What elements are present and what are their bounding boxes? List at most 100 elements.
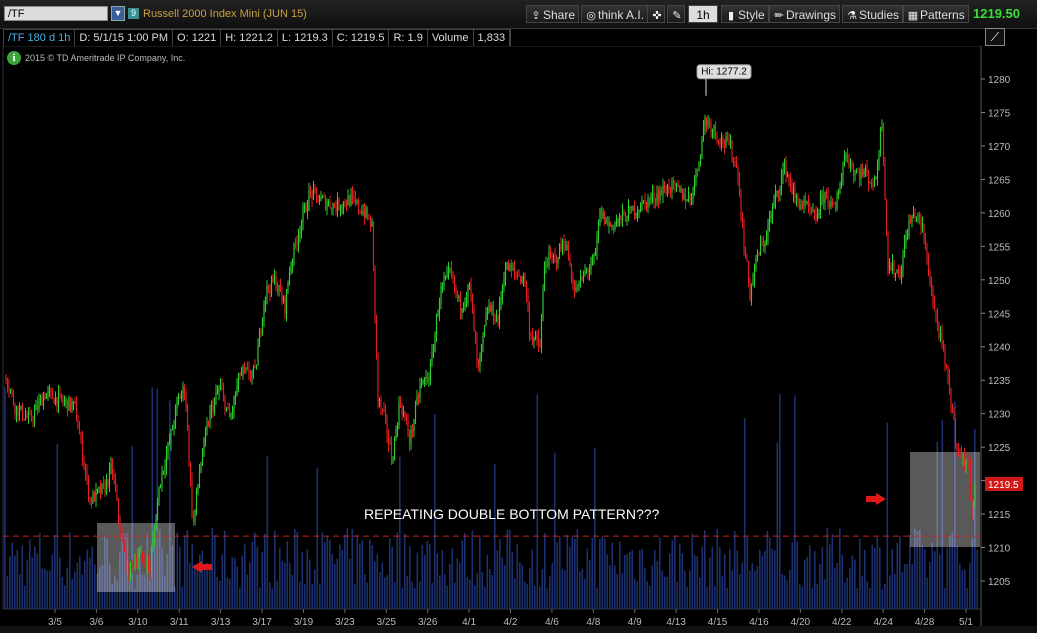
volume-bar [956, 545, 959, 609]
volume-bar [794, 395, 796, 609]
candle-body [639, 209, 642, 211]
candle-body [534, 334, 537, 339]
candle-body [576, 287, 579, 291]
volume-bar [771, 549, 774, 609]
volume-bar [931, 542, 934, 609]
think-ai-button[interactable]: ◎ think A.I. [581, 5, 649, 23]
volume-bar [204, 568, 206, 609]
candle-body [197, 484, 199, 492]
candle-body [48, 390, 51, 392]
volume-bar [291, 574, 294, 609]
aggregation-button[interactable]: 1h [688, 5, 718, 23]
volume-bar [454, 582, 456, 609]
candle-body [876, 165, 879, 178]
candle-body [821, 194, 823, 199]
candle-body [116, 490, 118, 500]
candle-body [306, 208, 309, 212]
candle-body [375, 316, 378, 354]
candle-body [488, 305, 490, 313]
info-icon[interactable]: i [7, 51, 21, 65]
candle-body [813, 211, 816, 213]
candle-body [374, 265, 376, 317]
candle-style-icon: ▮ [727, 10, 735, 22]
volume-bar [541, 569, 544, 609]
volume-bar [501, 557, 504, 609]
volume-bar [59, 557, 61, 609]
volume-bar [51, 554, 54, 609]
candle-body [11, 390, 13, 394]
volume-bar [561, 569, 564, 609]
candle-body [818, 213, 820, 215]
symbol-input[interactable]: /TF [4, 6, 108, 21]
candle-body [176, 400, 178, 408]
x-axis-tick-label: 3/10 [128, 617, 148, 626]
share-button[interactable]: ⇪ Share [526, 5, 580, 23]
candle-body [618, 215, 621, 220]
volume-bar [971, 538, 974, 609]
candle-body [698, 162, 700, 171]
candle-body [69, 397, 72, 410]
volume-bar [709, 557, 711, 609]
studies-button[interactable]: ⚗ Studies [842, 5, 904, 23]
candle-body [195, 491, 198, 510]
x-axis-tick-label: 4/15 [708, 617, 728, 626]
settings-tool-button[interactable]: ✎ [667, 5, 685, 23]
candle-body [522, 275, 525, 280]
candle-body [183, 386, 186, 394]
candle-body [420, 382, 423, 386]
volume-bar [466, 577, 469, 609]
candle-body [174, 407, 177, 425]
candle-body [554, 255, 556, 257]
candle-body [63, 400, 66, 403]
candle-body [329, 201, 331, 208]
volume-bar [44, 568, 46, 609]
volume-bar [346, 528, 349, 609]
candle-body [209, 410, 211, 426]
candle-body [929, 274, 931, 284]
candle-body [15, 406, 18, 415]
candle-body [900, 270, 903, 279]
candle-body [480, 344, 483, 355]
volume-bar [256, 547, 259, 609]
candle-body [326, 204, 328, 209]
candle-body [236, 385, 238, 396]
candle-body [774, 192, 777, 201]
patterns-button[interactable]: ▦ Patterns [903, 5, 969, 23]
candle-body [546, 262, 549, 266]
candle-body [279, 284, 282, 293]
volume-bar [424, 555, 426, 609]
style-button[interactable]: ▮ Style [721, 5, 769, 23]
candle-body [609, 223, 612, 227]
volume-bar [599, 538, 601, 609]
volume-bar [739, 574, 741, 609]
symbol-dropdown-button[interactable]: ▼ [111, 6, 125, 21]
candle-body [467, 285, 469, 298]
candle-body [537, 337, 540, 345]
candle-body [593, 255, 595, 257]
candle-body [743, 225, 745, 250]
chart-settings-button[interactable]: ⟋ [985, 28, 1005, 46]
price-chart[interactable]: 1280 1275 1270 1265 1260 1255 1250 1245 1240 1235… [0, 46, 1037, 626]
candle-body [615, 222, 618, 224]
candle-body [350, 194, 352, 206]
candle-body [323, 196, 325, 198]
brain-icon: ◎ [586, 10, 596, 22]
candle-body [890, 265, 892, 271]
link-group-badge[interactable]: 9 [128, 8, 139, 19]
drawings-button[interactable]: ✏ Drawings [769, 5, 841, 23]
x-axis-tick-label: 3/25 [377, 617, 397, 626]
volume-bar [296, 531, 299, 609]
candle-body [84, 466, 87, 473]
candle-body [143, 558, 145, 564]
volume-bar [571, 535, 574, 609]
candle-body [759, 242, 762, 255]
candle-body [752, 281, 754, 285]
crosshair-tool-button[interactable]: ✜ [647, 5, 665, 23]
volume-bar [864, 549, 866, 609]
candle-body [288, 273, 291, 284]
share-icon: ⇪ [531, 10, 541, 22]
candle-body [630, 206, 633, 211]
candle-body [422, 380, 424, 383]
bottom-scroll-strip[interactable] [0, 626, 1037, 633]
candle-body [89, 497, 91, 501]
